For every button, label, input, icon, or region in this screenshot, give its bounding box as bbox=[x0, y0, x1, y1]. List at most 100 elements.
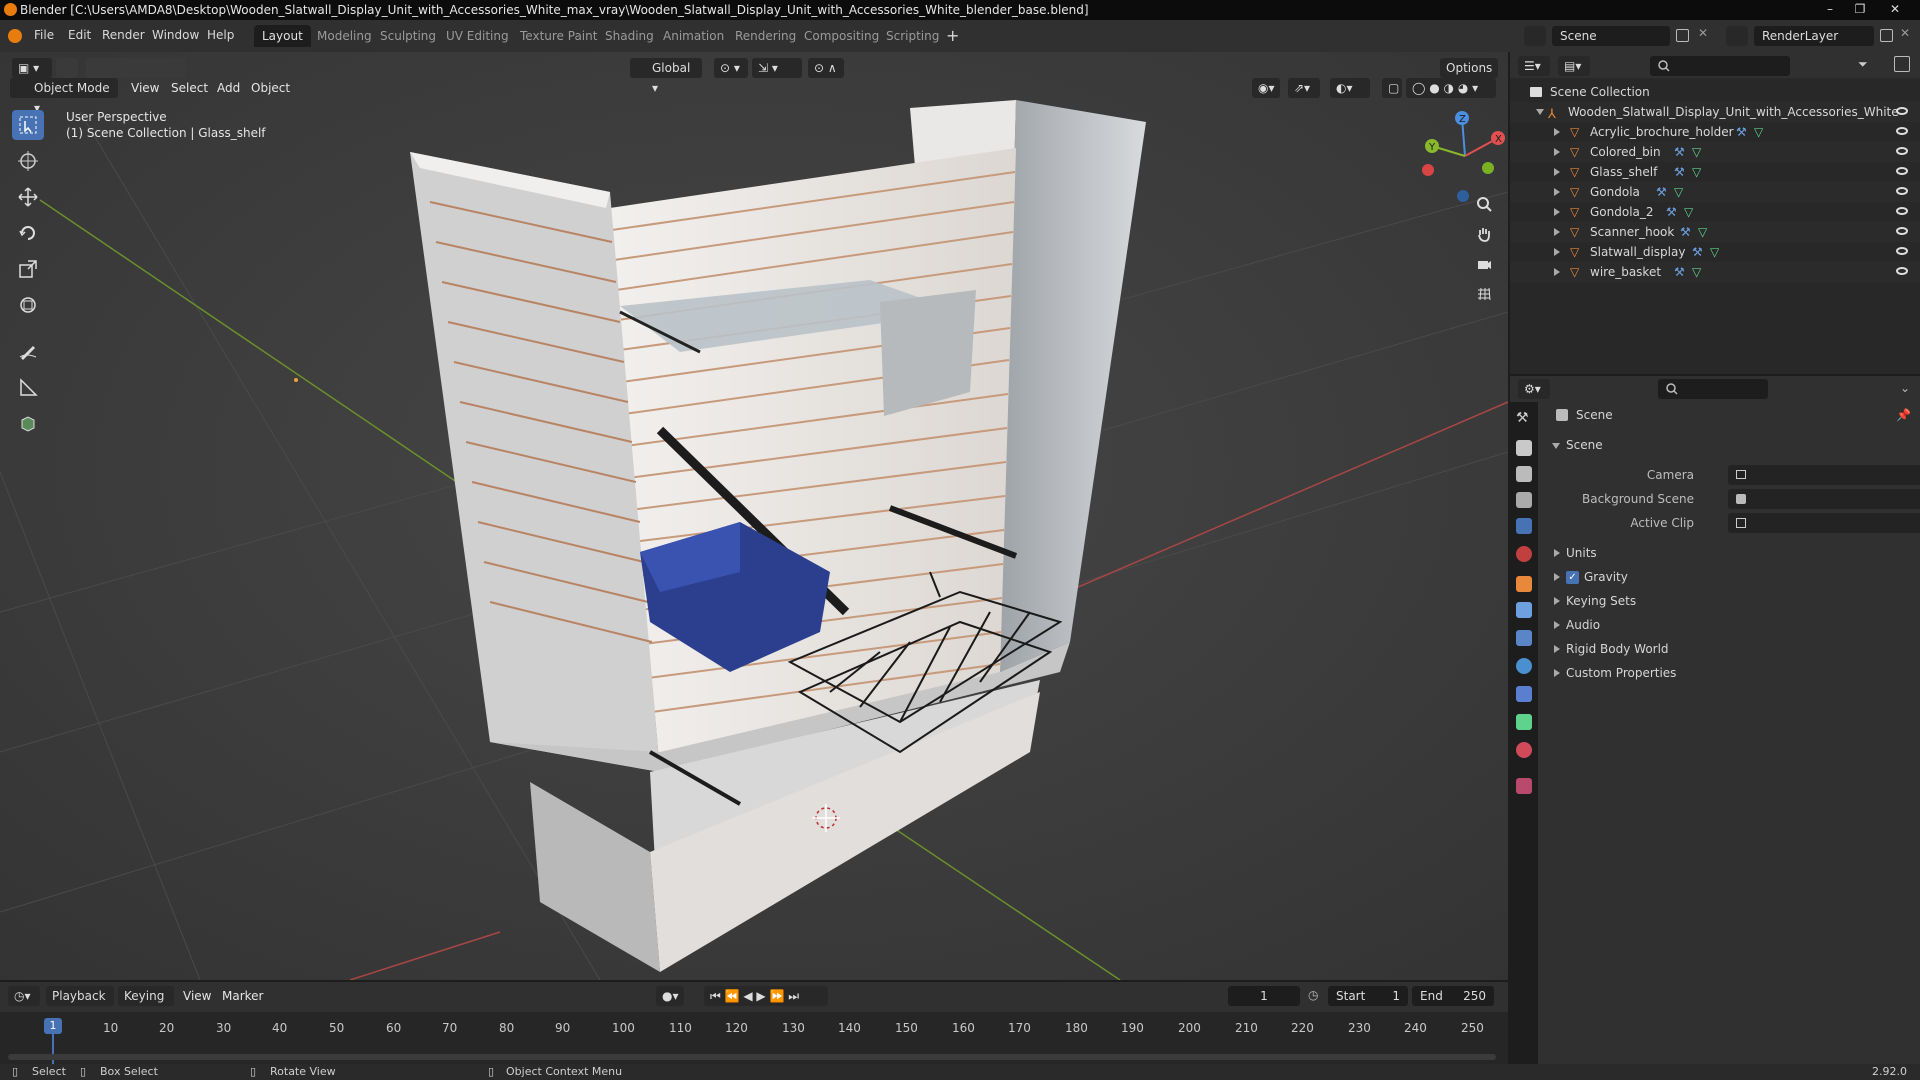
selection-mode-buttons[interactable] bbox=[86, 58, 186, 78]
material-tab-icon[interactable] bbox=[1516, 742, 1532, 758]
modifier-wrench-icon[interactable]: ⚒ bbox=[1674, 142, 1685, 162]
menu-edit[interactable]: Edit bbox=[68, 28, 91, 42]
eye-icon[interactable] bbox=[1896, 247, 1908, 255]
background-scene-field[interactable] bbox=[1728, 489, 1920, 509]
transform-orientation-dropdown[interactable]: Global ▾ bbox=[630, 58, 702, 95]
mesh-data-icon[interactable]: ▽ bbox=[1674, 182, 1683, 202]
gravity-checkbox[interactable]: ✓ bbox=[1566, 571, 1579, 584]
expand-arrow-icon[interactable] bbox=[1536, 109, 1544, 115]
xray-toggle-icon[interactable]: ▢ bbox=[1382, 78, 1402, 98]
select-box-tool[interactable] bbox=[12, 110, 44, 140]
outliner-row-object[interactable]: ▽ Gondola_2 ⚒ ▽ bbox=[1510, 202, 1920, 222]
visibility-icon[interactable]: ◉▾ bbox=[1252, 78, 1280, 98]
playback-menu[interactable]: Playback ▾ bbox=[46, 986, 114, 1023]
mesh-data-icon[interactable]: ▽ bbox=[1698, 222, 1707, 242]
viewport-menu-view[interactable]: View bbox=[131, 81, 159, 95]
viewport-menu-select[interactable]: Select bbox=[171, 81, 208, 95]
expand-arrow-icon[interactable] bbox=[1554, 621, 1560, 629]
outliner-search-input[interactable] bbox=[1650, 56, 1790, 76]
timeline-menu-marker[interactable]: Marker bbox=[222, 989, 263, 1003]
outliner-row-object[interactable]: ▽ wire_basket ⚒ ▽ bbox=[1510, 262, 1920, 282]
mesh-data-icon[interactable]: ▽ bbox=[1684, 202, 1693, 222]
close-button[interactable]: ✕ bbox=[1880, 0, 1910, 20]
mesh-data-icon[interactable]: ▽ bbox=[1692, 262, 1701, 282]
object-tab-icon[interactable] bbox=[1516, 576, 1532, 592]
ortho-toggle-button[interactable] bbox=[1470, 280, 1498, 308]
scale-tool[interactable] bbox=[12, 254, 44, 284]
playback-controls[interactable]: ⏮ ⏪ ◀ ▶ ⏩ ⏭ bbox=[704, 986, 828, 1006]
navigation-gizmo[interactable]: Z X Y bbox=[1420, 110, 1508, 206]
modifier-wrench-icon[interactable]: ⚒ bbox=[1674, 162, 1685, 182]
transform-tool[interactable] bbox=[12, 290, 44, 320]
menu-file[interactable]: File bbox=[34, 28, 54, 42]
start-frame-field[interactable]: Start 1 bbox=[1328, 986, 1408, 1006]
modifier-tab-icon[interactable] bbox=[1516, 602, 1532, 618]
tab-sculpting[interactable]: Sculpting bbox=[372, 25, 444, 47]
audio-section[interactable]: Audio bbox=[1540, 614, 1920, 636]
properties-editor-type-button[interactable]: ⚙▾ bbox=[1518, 379, 1550, 399]
filter-icon[interactable]: ⏷ bbox=[1858, 57, 1868, 72]
view-layer-tab-icon[interactable] bbox=[1516, 492, 1532, 508]
keying-sets-section[interactable]: Keying Sets bbox=[1540, 590, 1920, 612]
expand-arrow-icon[interactable] bbox=[1554, 597, 1560, 605]
expand-arrow-icon[interactable] bbox=[1554, 188, 1560, 196]
keying-menu[interactable]: Keying ▾ bbox=[118, 986, 174, 1023]
scene-tab-icon[interactable] bbox=[1516, 518, 1532, 534]
mesh-data-icon[interactable]: ▽ bbox=[1710, 242, 1719, 262]
measure-tool[interactable] bbox=[12, 372, 44, 402]
scene-panel-header[interactable]: Scene bbox=[1540, 434, 1920, 456]
scene-browse-icon[interactable] bbox=[1524, 26, 1546, 46]
add-cube-tool[interactable] bbox=[12, 408, 44, 438]
rotate-tool[interactable] bbox=[12, 218, 44, 248]
custom-properties-section[interactable]: Custom Properties bbox=[1540, 662, 1920, 684]
timeline-scrollbar[interactable] bbox=[8, 1054, 1496, 1060]
output-tab-icon[interactable] bbox=[1516, 466, 1532, 482]
modifier-wrench-icon[interactable]: ⚒ bbox=[1680, 222, 1691, 242]
tab-uv-editing[interactable]: UV Editing bbox=[438, 25, 517, 47]
move-tool[interactable] bbox=[12, 182, 44, 212]
current-frame-field[interactable]: 1 bbox=[1228, 986, 1300, 1006]
tab-animation[interactable]: Animation bbox=[655, 25, 732, 47]
camera-view-button[interactable] bbox=[1470, 250, 1498, 278]
zoom-view-button[interactable] bbox=[1470, 190, 1498, 218]
proportional-edit-icon[interactable]: ⊙ ∧ bbox=[808, 58, 844, 78]
texture-tab-icon[interactable] bbox=[1516, 778, 1532, 794]
auto-keying-toggle[interactable]: ●▾ bbox=[656, 986, 684, 1006]
new-scene-icon[interactable] bbox=[1676, 29, 1689, 42]
collapse-arrow-icon[interactable] bbox=[1552, 443, 1560, 449]
timeline-menu-view[interactable]: View bbox=[183, 989, 211, 1003]
constraints-tab-icon[interactable] bbox=[1516, 686, 1532, 702]
expand-arrow-icon[interactable] bbox=[1554, 645, 1560, 653]
camera-field[interactable] bbox=[1728, 465, 1920, 485]
expand-arrow-icon[interactable] bbox=[1554, 549, 1560, 557]
outliner-row-object[interactable]: ▽ Glass_shelf ⚒ ▽ bbox=[1510, 162, 1920, 182]
tab-rendering[interactable]: Rendering bbox=[727, 25, 804, 47]
expand-arrow-icon[interactable] bbox=[1554, 228, 1560, 236]
delete-scene-icon[interactable]: ✕ bbox=[1698, 26, 1708, 40]
view-layer-field[interactable]: RenderLayer bbox=[1754, 26, 1874, 46]
tab-shading[interactable]: Shading bbox=[597, 25, 662, 47]
annotate-tool[interactable] bbox=[12, 336, 44, 366]
units-section[interactable]: Units bbox=[1540, 542, 1920, 564]
add-workspace-button[interactable]: + bbox=[946, 26, 959, 45]
world-tab-icon[interactable] bbox=[1516, 546, 1532, 562]
viewport-menu-add[interactable]: Add bbox=[217, 81, 240, 95]
tab-texture-paint[interactable]: Texture Paint bbox=[512, 25, 605, 47]
menu-render[interactable]: Render bbox=[102, 28, 145, 42]
gravity-section[interactable]: ✓ Gravity bbox=[1540, 566, 1920, 588]
playhead[interactable]: 1 bbox=[44, 1018, 62, 1034]
physics-tab-icon[interactable] bbox=[1516, 658, 1532, 674]
tool-tab-icon[interactable]: ⚒ bbox=[1516, 410, 1532, 426]
expand-arrow-icon[interactable] bbox=[1554, 168, 1560, 176]
eye-icon[interactable] bbox=[1896, 187, 1908, 195]
outliner-row-scene-collection[interactable]: Scene Collection bbox=[1510, 82, 1920, 102]
rigid-body-world-section[interactable]: Rigid Body World bbox=[1540, 638, 1920, 660]
particles-tab-icon[interactable] bbox=[1516, 630, 1532, 646]
outliner-editor-type-button[interactable]: ☰▾ bbox=[1518, 56, 1550, 76]
cursor-tool[interactable] bbox=[12, 146, 44, 176]
mesh-data-icon[interactable]: ▽ bbox=[1754, 122, 1763, 142]
pivot-point-icon[interactable]: ⊙ ▾ bbox=[714, 58, 748, 78]
blender-menu-icon[interactable] bbox=[8, 29, 22, 43]
outliner-row-object[interactable]: ▽ Colored_bin ⚒ ▽ bbox=[1510, 142, 1920, 162]
properties-options-icon[interactable]: ⌄ bbox=[1900, 381, 1910, 395]
